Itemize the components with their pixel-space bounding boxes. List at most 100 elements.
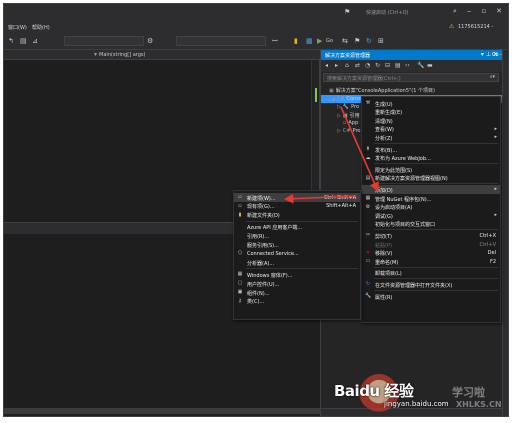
- menu-item-label: Connected Service...: [247, 250, 299, 257]
- menu-separator: [374, 278, 498, 280]
- menu-item-icon: ✂: [365, 232, 371, 239]
- minimize-icon[interactable]: ‒: [467, 7, 471, 16]
- menu-item[interactable]: ▫ 现有项(G)... Shift+Alt+A: [234, 202, 360, 211]
- menu-item[interactable]: ↻ 在文件资源管理器中打开文件夹(X): [362, 280, 500, 289]
- solution-search-input[interactable]: 搜索解决方案资源管理器(Ctrl+;) ⌕▾: [323, 73, 499, 82]
- menu-item[interactable]: ⚒ 生成(U): [362, 99, 500, 108]
- menu-item-label: 卸载项目(L): [375, 271, 402, 278]
- csharp-file-icon: C#: [342, 128, 351, 134]
- menu-item[interactable]: ⚙ 设为启动项目(A): [362, 203, 500, 212]
- maximize-icon[interactable]: ▫: [481, 7, 486, 16]
- menu-item[interactable]: ▫ 新建项(W)... Ctrl+Shift+A: [234, 193, 360, 202]
- comment-icon[interactable]: ▦: [306, 37, 313, 45]
- menu-item-label: 移除(V): [375, 251, 393, 258]
- menu-item[interactable]: 调试(G) ▸: [362, 211, 500, 220]
- notification-flag-icon[interactable]: ⚑: [344, 8, 350, 16]
- solution-explorer-toolbar: ◂ ▸ ⌂ ⇄ ◔ ↻ ⊟ ▤ ‹› 🔧 ▬: [321, 60, 502, 72]
- history-icon[interactable]: ◔: [365, 62, 370, 69]
- menu-item[interactable]: ▦ 管理 NuGet 程序包(N)...: [362, 194, 500, 203]
- menu-item[interactable]: 分析器(A)...: [234, 258, 360, 267]
- toolbar-icon-d[interactable]: ⊞: [378, 37, 384, 45]
- attach-icon[interactable]: ⚙: [147, 37, 153, 45]
- code-editor[interactable]: [4, 60, 320, 206]
- menu-item[interactable]: 分析(Z) ▸: [362, 133, 500, 142]
- menu-item[interactable]: ⬆ 发布(B)...: [362, 145, 500, 154]
- menu-item[interactable]: 清理(N): [362, 116, 500, 125]
- menu-item[interactable]: 重新生成(E): [362, 108, 500, 117]
- menu-item[interactable]: 引用(R)...: [234, 232, 360, 241]
- menu-item[interactable]: ▦ Windows 窗体(F)...: [234, 270, 360, 279]
- properties-icon[interactable]: 🔧: [417, 62, 424, 69]
- toolbar-icon-b[interactable]: ⚑: [354, 37, 360, 45]
- tree-item-properties[interactable]: ▷ 🔧 Pro: [337, 104, 359, 110]
- menu-item-label: 重命名(M): [375, 259, 399, 266]
- collapsed-icon[interactable]: ▷: [337, 128, 341, 134]
- layout-icon[interactable]: ▤: [20, 37, 27, 45]
- menu-item[interactable]: ☁ 发布为 Azure WebJob...: [362, 154, 500, 163]
- tree-item-references[interactable]: ▷ ■ 引用: [337, 112, 360, 119]
- menu-item-icon: ⚒: [365, 100, 371, 106]
- menu-item[interactable]: ✕ 移除(V) Del: [362, 249, 500, 258]
- menu-item-label: 添加(D): [375, 187, 393, 194]
- menu-item-icon: 🔧: [365, 293, 372, 299]
- menu-item-shortcut: Ctrl+Shift+A: [323, 194, 356, 201]
- menu-help[interactable]: 帮助(H): [32, 24, 50, 31]
- expand-icon[interactable]: ◢: [331, 96, 335, 102]
- project-context-menu: ⚒ 生成(U) 重新生成(E) 清理(N) 查看(W) ▸ 分析(Z) ▸ ⬆ 发布(B)... ☁…: [361, 96, 501, 323]
- menu-item[interactable]: ▭ 重命名(M) F2: [362, 257, 500, 266]
- start-icon[interactable]: ▶: [317, 37, 322, 45]
- menu-item[interactable]: 查看(W) ▸: [362, 125, 500, 134]
- menu-separator: [374, 266, 498, 268]
- preview-icon[interactable]: ▬: [427, 62, 433, 69]
- search-icon[interactable]: ⌕: [453, 7, 457, 16]
- menu-item[interactable]: ✂ 剪切(T) Ctrl+X: [362, 231, 500, 240]
- menu-item[interactable]: 卸载项目(L): [362, 269, 500, 278]
- menu-item-shortcut: Del: [487, 250, 496, 257]
- navigate-icon[interactable]: ↰: [8, 37, 14, 45]
- close-icon[interactable]: ✕: [496, 7, 502, 16]
- user-account[interactable]: 1175615214 -: [458, 24, 493, 30]
- home-icon[interactable]: ⌂: [345, 62, 349, 69]
- menu-item-label: 限定为此范围(S): [375, 167, 413, 174]
- show-all-icon[interactable]: ▤: [395, 62, 401, 69]
- platform-dropdown[interactable]: [176, 36, 266, 46]
- warning-icon[interactable]: ⚠: [449, 23, 454, 30]
- menu-item[interactable]: Azure API 应用客户端...: [234, 223, 360, 232]
- bookmark-icon[interactable]: ꟷ: [272, 37, 278, 46]
- menu-item[interactable]: ⚷ 类(C)...: [234, 297, 360, 306]
- collapse-icon[interactable]: ⊟: [385, 62, 390, 69]
- menu-item[interactable]: 服务引用(S)...: [234, 241, 360, 250]
- menu-item[interactable]: 添加(D) ▸: [362, 185, 500, 194]
- properties-tab[interactable]: Co -: [492, 50, 508, 60]
- menu-item[interactable]: 🔧 属性(R): [362, 292, 500, 301]
- collapsed-icon[interactable]: ▷: [337, 113, 341, 119]
- toolbar-icon-a[interactable]: ⇆: [342, 37, 348, 45]
- menu-item[interactable]: ▢ 用户控件(U)...: [234, 279, 360, 288]
- member-dropdown[interactable]: Main(string[] args): [99, 52, 146, 58]
- search-icon[interactable]: ⌕▾: [490, 74, 495, 80]
- menu-item[interactable]: 初始化与项目的交互式窗口: [362, 220, 500, 229]
- menu-item[interactable]: ▮ 新建文件夹(D): [234, 211, 360, 220]
- editor-scrollbar[interactable]: [311, 60, 319, 206]
- menu-item[interactable]: 限定为此范围(S): [362, 165, 500, 174]
- menu-item[interactable]: ▣ 组件(N)...: [234, 288, 360, 297]
- menu-window[interactable]: 窗口(W): [8, 24, 27, 31]
- folder-icon[interactable]: ▮: [294, 37, 298, 45]
- view-code-icon[interactable]: ‹›: [405, 62, 410, 69]
- menu-item[interactable]: ▤ 新建解决方案资源管理器视图(N): [362, 174, 500, 183]
- config-dropdown[interactable]: [64, 36, 144, 46]
- pin-icon[interactable]: ⊿: [32, 37, 38, 45]
- back-icon[interactable]: ◂: [325, 62, 328, 69]
- sync-icon[interactable]: ⇄: [355, 62, 360, 69]
- quick-launch[interactable]: 快速启动 (Ctrl+Q): [366, 9, 409, 16]
- toolbar-icon-c[interactable]: ↻: [366, 37, 372, 45]
- tree-item-program[interactable]: ▷ C# Pro: [337, 128, 360, 134]
- menu-item[interactable]: ⬡ Connected Service...: [234, 249, 360, 258]
- member-dropdown-icon[interactable]: ▾: [94, 51, 97, 58]
- start-label[interactable]: Go: [326, 38, 333, 44]
- tree-item-solution[interactable]: ▣ 解决方案"ConsoleApplication5"(1 个项目): [329, 87, 435, 94]
- forward-icon[interactable]: ▸: [335, 62, 338, 69]
- refresh-icon[interactable]: ↻: [375, 62, 380, 69]
- collapsed-icon[interactable]: ▷: [337, 104, 341, 110]
- tree-item-appconfig[interactable]: ▫ App: [343, 120, 358, 126]
